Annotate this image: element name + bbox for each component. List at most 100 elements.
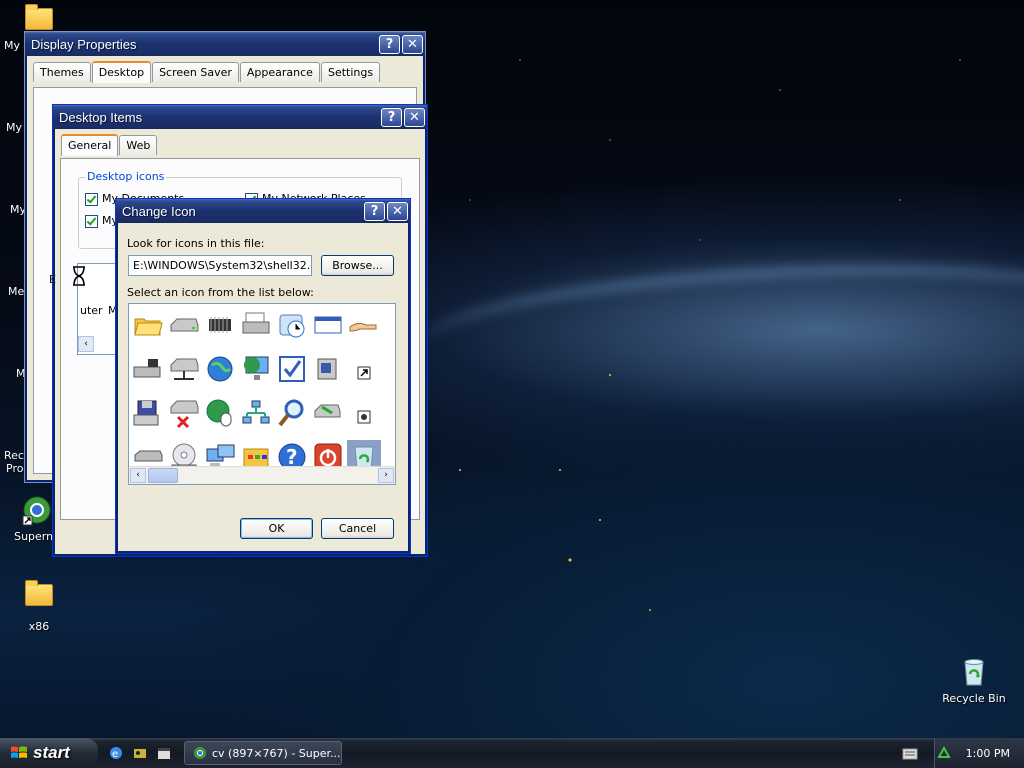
icon-cell-network-drive-x[interactable] [167, 396, 201, 430]
clock[interactable]: 1:00 PM [966, 747, 1010, 760]
folder-open-icon [134, 318, 163, 336]
ok-button[interactable]: OK [240, 518, 313, 539]
icon-cell-network-drive[interactable] [167, 352, 201, 386]
list-label: Select an icon from the list below: [127, 286, 314, 299]
icon-cell-printer[interactable] [239, 308, 273, 342]
folder-icon [23, 580, 55, 616]
icon-cell-folder-open[interactable] [131, 308, 165, 342]
icon-cell-drive-share[interactable] [131, 352, 165, 386]
recycle-bin-label: Recycle Bin [942, 692, 1006, 705]
icon-cell-partial-blue[interactable] [383, 396, 395, 430]
icon-cell-checklist[interactable] [275, 352, 309, 386]
desktop-items-titlebar[interactable]: Desktop Items ? ✕ [53, 105, 427, 129]
taskbar: start e cv (897×767) - Super... 1:00 PM [0, 738, 1024, 768]
close-button[interactable]: ✕ [404, 107, 425, 127]
icon-cell-clock[interactable] [275, 308, 309, 342]
moviemaker-quicklaunch-icon[interactable] [156, 745, 172, 761]
tab-desktop[interactable]: Desktop [91, 61, 152, 83]
icon-cell-box[interactable] [311, 352, 345, 386]
group-label: Desktop icons [85, 170, 167, 183]
list-text-uter: uter [80, 304, 103, 317]
icon-cell-network[interactable] [239, 396, 273, 430]
x86-label: x86 [28, 620, 50, 633]
grid-scrollbar[interactable]: ‹ › [129, 466, 395, 484]
desktop-icon-x86[interactable]: x86 [2, 576, 76, 633]
icon-cell-drive[interactable] [167, 308, 201, 342]
icon-cell-partial[interactable] [383, 308, 396, 342]
globe-icon [207, 356, 233, 382]
keyboard-tray-icon[interactable] [902, 748, 918, 760]
desktop-label-4[interactable]: Me [8, 285, 24, 298]
start-button[interactable]: start [0, 738, 98, 768]
clock-icon [279, 314, 305, 338]
desktop-label-6[interactable]: Rec [4, 449, 24, 462]
globe-mouse-icon [206, 399, 232, 427]
floppy-icon [133, 400, 159, 426]
desktop-icon-my-documents[interactable] [24, 2, 54, 32]
change-icon-titlebar[interactable]: Change Icon ? ✕ [116, 199, 410, 223]
help-button[interactable]: ? [379, 34, 400, 54]
drive-green-icon [314, 404, 341, 418]
drive-share-icon [133, 359, 161, 378]
icon-cell-monitor-globe[interactable] [239, 352, 273, 386]
tab-web[interactable]: Web [119, 135, 158, 155]
desktop-label-7[interactable]: Pro [6, 462, 23, 475]
scroll-right-button[interactable]: › [378, 468, 394, 483]
icon-cell-shortcut-arrow[interactable] [347, 352, 381, 386]
recycle-tray-icon[interactable] [936, 745, 952, 761]
close-button[interactable]: ✕ [402, 34, 423, 54]
desktop-items-title: Desktop Items [59, 109, 143, 125]
display-properties-title: Display Properties [31, 36, 137, 52]
help-button[interactable]: ? [381, 107, 402, 127]
list-text-e: E [49, 273, 56, 286]
media-quicklaunch-icon[interactable] [132, 745, 148, 761]
partial-icon [384, 309, 396, 341]
cancel-button[interactable]: Cancel [321, 518, 394, 539]
icon-cell-globe-mouse[interactable] [203, 396, 237, 430]
icon-cell-magnifier[interactable] [275, 396, 309, 430]
list-scroll-left-button[interactable]: ‹ [78, 336, 94, 352]
shortcut-arrow-icon [357, 366, 371, 380]
ie-quicklaunch-icon[interactable]: e [108, 745, 124, 761]
help-button[interactable]: ? [364, 201, 385, 221]
network-drive-icon [170, 358, 199, 380]
tab-settings[interactable]: Settings [320, 62, 381, 82]
tab-general[interactable]: General [61, 134, 119, 156]
file-input[interactable]: E:\WINDOWS\System32\shell32.dll [128, 255, 312, 276]
display-properties-titlebar[interactable]: Display Properties ? ✕ [25, 32, 425, 56]
desktop-icon-recycle-bin[interactable]: Recycle Bin [937, 656, 1011, 705]
supermium-icon [22, 496, 51, 526]
tab-screen-saver[interactable]: Screen Saver [152, 62, 239, 82]
earth-horizon-glow [417, 251, 1024, 405]
system-tray: 1:00 PM [934, 738, 1024, 768]
icon-cell-drive-green[interactable] [311, 396, 345, 430]
taskbar-item-supermium[interactable]: cv (897×767) - Super... [184, 741, 342, 765]
icon-cell-folder-partial[interactable] [383, 352, 395, 386]
display-properties-tabs: Themes Desktop Screen Saver Appearance S… [25, 56, 425, 83]
checkbox-my-computer[interactable]: My [85, 214, 118, 228]
start-label: start [33, 743, 70, 762]
browse-button[interactable]: Browse... [321, 255, 394, 276]
box-icon [317, 358, 337, 380]
icon-cell-floppy[interactable] [131, 396, 165, 430]
icon-cell-chip[interactable] [203, 308, 237, 342]
icon-cell-settings-dot[interactable] [347, 396, 381, 430]
file-label: Look for icons in this file: [127, 237, 265, 250]
desktop-label-2[interactable]: My [6, 121, 22, 134]
icon-cell-globe[interactable] [203, 352, 237, 386]
tab-themes[interactable]: Themes [33, 62, 91, 82]
window-icon [314, 316, 342, 334]
icon-grid[interactable]: ? ‹ › [128, 303, 396, 485]
scroll-left-button[interactable]: ‹ [130, 468, 146, 483]
icon-cell-hand[interactable] [347, 308, 381, 342]
close-button[interactable]: ✕ [387, 201, 408, 221]
printer-icon [242, 312, 270, 334]
tab-appearance[interactable]: Appearance [239, 62, 320, 82]
supermium-task-icon [194, 747, 206, 759]
icon-cell-window[interactable] [311, 308, 345, 342]
scroll-thumb[interactable] [148, 468, 178, 483]
settings-dot-icon [357, 410, 371, 424]
windows-logo-icon [11, 746, 27, 758]
recycle-bin-icon [964, 659, 984, 686]
drive-icon [170, 318, 199, 332]
